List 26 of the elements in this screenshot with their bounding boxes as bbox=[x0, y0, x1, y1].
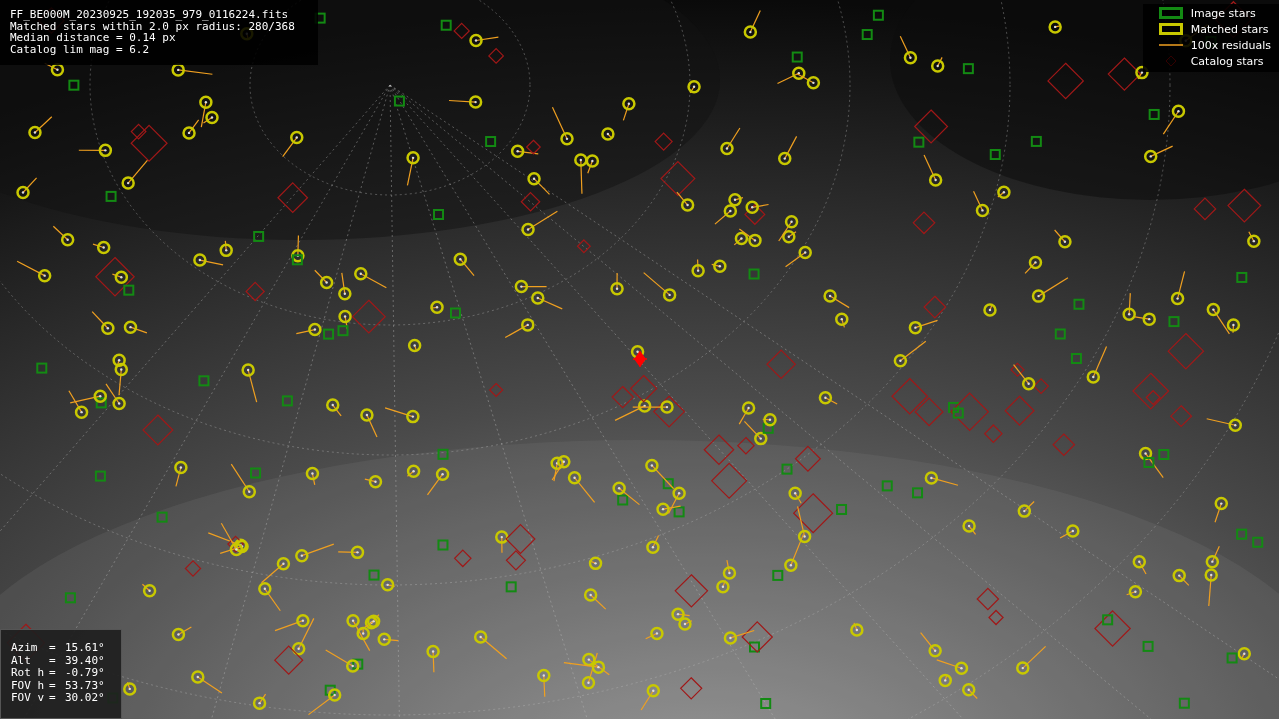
equals-sign: = bbox=[49, 692, 57, 704]
matched-star-symbol-icon bbox=[1158, 23, 1183, 35]
pointing-value: 53.73° bbox=[65, 679, 106, 691]
pointing-label: FOV v bbox=[11, 692, 46, 704]
legend-label: 100x residuals bbox=[1190, 38, 1271, 52]
info-line: FF_BE000M_20230925_192035_979_0116224.fits bbox=[10, 9, 290, 21]
pointing-value: -0.79° bbox=[65, 667, 106, 679]
equals-sign: = bbox=[49, 667, 57, 679]
legend-label: Image stars bbox=[1190, 6, 1256, 20]
equals-sign: = bbox=[49, 679, 57, 691]
pointing-value: 30.02° bbox=[65, 692, 106, 704]
pointing-label: Alt bbox=[11, 654, 32, 666]
legend-label: Catalog stars bbox=[1190, 54, 1264, 68]
center-cross-icon bbox=[632, 350, 648, 368]
pointing-value: 39.40° bbox=[65, 654, 106, 666]
info-line: Matched stars within 2.0 px radius: 280/368 bbox=[10, 20, 296, 32]
image-star-symbol-icon bbox=[1158, 7, 1183, 19]
pointing-label: Azim bbox=[11, 642, 39, 654]
equals-sign: = bbox=[49, 642, 57, 654]
pointing-value: 15.61° bbox=[65, 642, 106, 654]
pointing-label: Rot h bbox=[11, 667, 46, 679]
info-line: Median distance = 0.14 px bbox=[10, 32, 176, 44]
info-line: Catalog lim mag = 6.2 bbox=[10, 43, 151, 55]
legend-label: Matched stars bbox=[1190, 22, 1269, 36]
pointing-label: FOV h bbox=[11, 679, 46, 691]
equals-sign: = bbox=[49, 654, 57, 666]
